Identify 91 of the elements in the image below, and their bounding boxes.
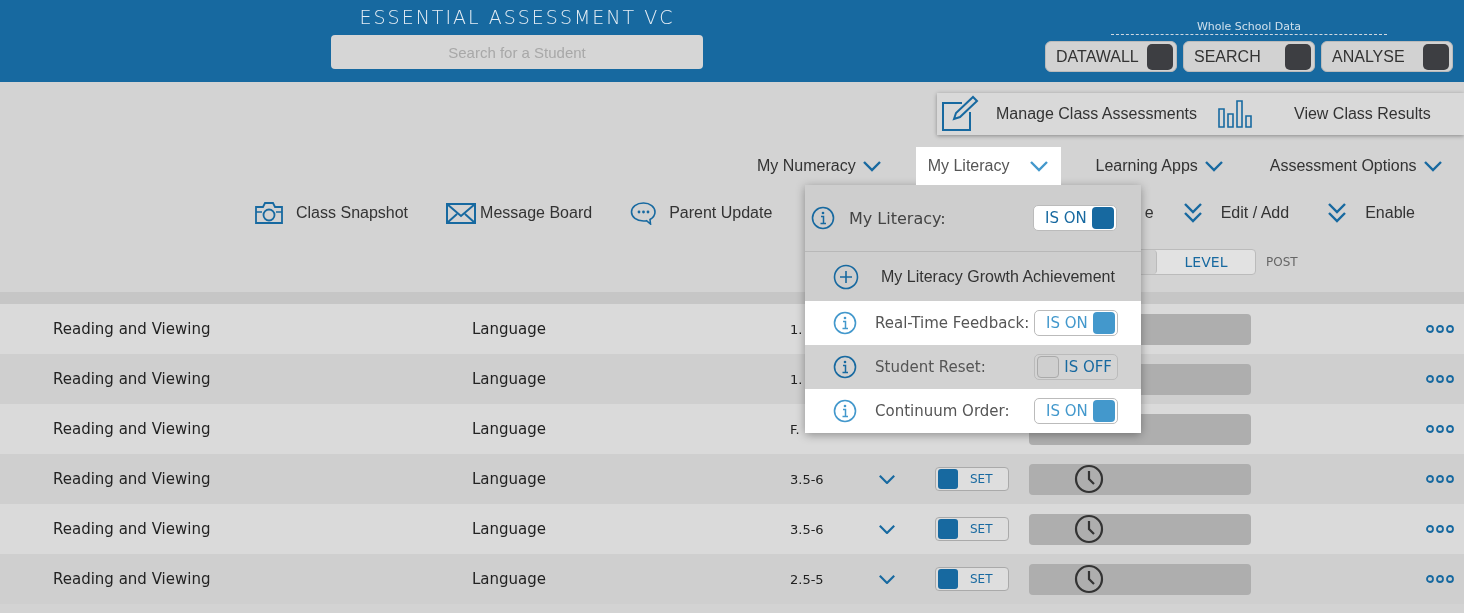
post-label: POST	[1266, 255, 1298, 269]
app-title: ESSENTIAL ASSESSMENT VC	[359, 6, 675, 28]
chevron-down-icon	[1422, 160, 1443, 172]
toolbar-label: Message Board	[480, 204, 593, 222]
expand-button[interactable]	[878, 573, 898, 585]
double-chevron-icon	[1182, 202, 1203, 224]
mail-icon	[446, 202, 477, 224]
toolbar-label: Enable	[1365, 204, 1415, 222]
toolbar-label: Parent Update	[669, 204, 773, 222]
subject-cell: Reading and Viewing	[53, 320, 211, 338]
strand-cell: Language	[472, 520, 547, 538]
subject-cell: Reading and Viewing	[53, 470, 211, 488]
menu-label: My Literacy:	[849, 208, 947, 228]
setting-label: Real-Time Feedback:	[875, 314, 1031, 332]
panel-button-label: Manage Class Assessments	[996, 105, 1197, 123]
bar-chart-icon	[1218, 100, 1254, 128]
chevron-down-icon	[878, 523, 896, 535]
chevron-down-icon	[1029, 160, 1050, 172]
toolbar-button[interactable]: Enable	[1327, 202, 1415, 224]
mode-segment[interactable]: LEVEL	[1157, 250, 1255, 274]
more-options-button[interactable]	[1426, 575, 1454, 583]
menu-item[interactable]: My Literacy Growth Achievement	[805, 252, 1141, 301]
more-icon	[1426, 575, 1454, 583]
level-cell: 2.5-5	[790, 571, 824, 587]
subject-cell: Reading and Viewing	[53, 570, 211, 588]
strand-cell: Language	[472, 570, 547, 588]
toolbar-button[interactable]: Edit / Add	[1182, 202, 1290, 224]
panel-button-label: View Class Results	[1294, 105, 1431, 123]
info-icon[interactable]	[833, 399, 857, 423]
toggle-switch[interactable]: ANALYSE	[1321, 41, 1453, 72]
chevron-down-icon	[1203, 160, 1224, 172]
toolbar-button[interactable]: Parent Update	[630, 201, 773, 225]
level-cell: 1.	[790, 371, 803, 387]
set-toggle[interactable]: SET	[935, 567, 1009, 591]
more-options-button[interactable]	[1426, 525, 1454, 533]
clock-icon	[1074, 514, 1104, 544]
more-icon	[1426, 525, 1454, 533]
clock-icon	[1074, 564, 1104, 594]
toggle-switch[interactable]: IS OFF	[1034, 354, 1118, 380]
strand-cell: Language	[472, 470, 547, 488]
info-icon[interactable]	[833, 311, 857, 335]
toolbar-label: Edit / Add	[1220, 204, 1290, 222]
setting-label: Continuum Order:	[875, 402, 1011, 420]
nav-tab[interactable]: My Numeracy	[745, 147, 894, 185]
strand-cell: Language	[472, 370, 547, 388]
strand-cell: Language	[472, 320, 547, 338]
panel-button[interactable]: View Class Results	[1218, 100, 1458, 128]
chevron-down-icon	[878, 573, 896, 585]
level-cell: 3.5-6	[790, 521, 824, 537]
toggle-switch[interactable]: DATAWALL	[1045, 41, 1177, 72]
plus-circle-icon	[833, 263, 859, 290]
more-icon	[1426, 475, 1454, 483]
subject-cell: Reading and Viewing	[53, 520, 211, 538]
more-icon	[1426, 375, 1454, 383]
chat-bubble-icon	[630, 201, 658, 225]
more-options-button[interactable]	[1426, 475, 1454, 483]
toolbar-label[interactable]: e	[1142, 204, 1154, 222]
chevron-down-icon	[878, 473, 896, 485]
toolbar-label: Class Snapshot	[296, 204, 409, 222]
level-cell: 3.5-6	[790, 471, 824, 487]
expand-button[interactable]	[878, 473, 898, 485]
expand-button[interactable]	[878, 523, 898, 535]
subject-cell: Reading and Viewing	[53, 370, 211, 388]
strand-cell: Language	[472, 420, 547, 438]
section-label: Whole School Data	[1111, 20, 1387, 35]
camera-icon	[254, 201, 284, 225]
pencil-square-icon	[940, 95, 980, 133]
subject-cell: Reading and Viewing	[53, 420, 211, 438]
panel-button[interactable]: Manage Class Assessments	[940, 95, 1218, 133]
nav-tab[interactable]: Assessment Options	[1257, 147, 1455, 185]
more-options-button[interactable]	[1426, 425, 1454, 433]
set-toggle[interactable]: SET	[935, 467, 1009, 491]
nav-tab[interactable]: Learning Apps	[1083, 147, 1236, 185]
setting-label: Student Reset:	[875, 358, 987, 376]
chevron-down-icon	[861, 160, 882, 172]
more-options-button[interactable]	[1426, 325, 1454, 333]
more-icon	[1426, 425, 1454, 433]
double-chevron-icon	[1327, 202, 1348, 224]
toggle-switch[interactable]: SEARCH	[1183, 41, 1315, 72]
more-icon	[1426, 325, 1454, 333]
level-cell: 1.	[790, 321, 803, 337]
toolbar-button[interactable]: Message Board	[446, 202, 593, 224]
level-cell: F.	[790, 421, 800, 437]
info-icon[interactable]	[811, 206, 835, 230]
info-icon[interactable]	[833, 355, 857, 379]
toggle-switch[interactable]: IS ON	[1033, 205, 1117, 231]
toolbar-button[interactable]: Class Snapshot	[254, 201, 409, 225]
set-toggle[interactable]: SET	[935, 517, 1009, 541]
nav-tab[interactable]: My Literacy	[915, 147, 1062, 185]
more-options-button[interactable]	[1426, 375, 1454, 383]
clock-icon	[1074, 464, 1104, 494]
